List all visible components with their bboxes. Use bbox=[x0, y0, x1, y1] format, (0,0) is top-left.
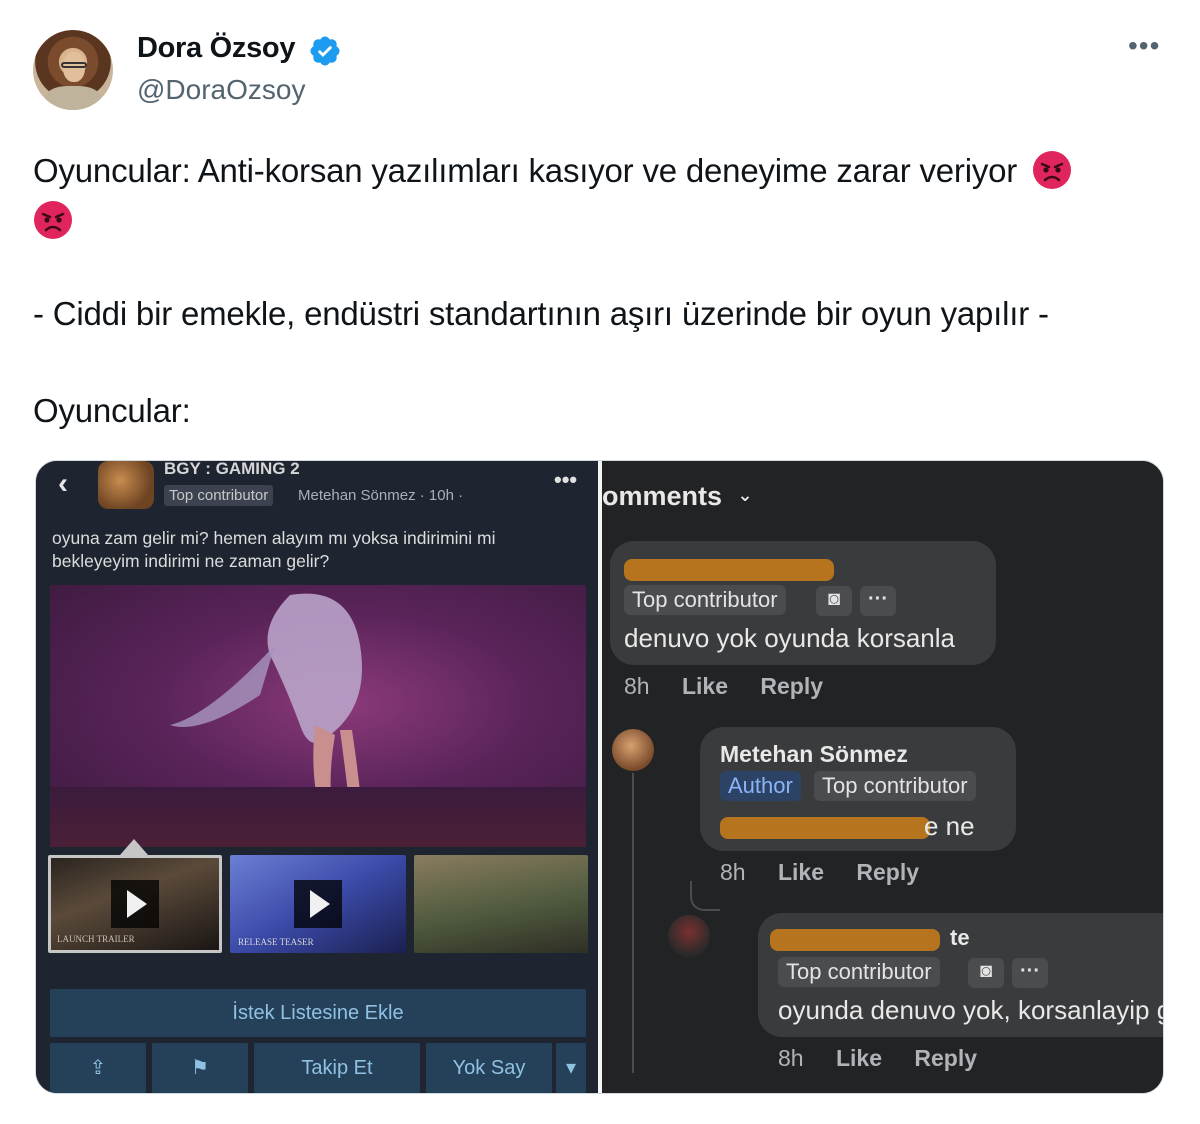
thumb-caption: RELEASE TEASER bbox=[238, 937, 314, 947]
avatar-shirt bbox=[45, 86, 101, 110]
comment-meta: 8h Like Reply bbox=[720, 859, 945, 886]
tweet-text-line1: Oyuncular: Anti-korsan yazılımları kasıy… bbox=[33, 150, 1072, 190]
like-link: Like bbox=[777, 859, 825, 885]
follow-button: Takip Et bbox=[254, 1043, 420, 1093]
thread-line bbox=[632, 773, 634, 1073]
share-icon: ⇪ bbox=[50, 1043, 146, 1093]
comments-header-text: omments bbox=[602, 481, 723, 511]
redacted-name bbox=[770, 929, 940, 951]
comment-text: e ne bbox=[924, 811, 975, 841]
screenshot-thumbnail bbox=[414, 855, 588, 953]
steam-post-screenshot: ‹ BGY : GAMING 2 Top contributor Metehan… bbox=[36, 460, 598, 1093]
top-contributor-badge: Top contributor bbox=[624, 585, 786, 615]
top-contributor-badge: Top contributor bbox=[778, 957, 940, 987]
tweet-emoji-line bbox=[33, 200, 73, 240]
more-horizontal-icon: ••• bbox=[554, 467, 578, 492]
reply-link: Reply bbox=[760, 673, 824, 699]
top-contributor-badge: Top contributor bbox=[814, 771, 976, 801]
commenter-avatar bbox=[612, 729, 654, 771]
wishlist-button: İstek Listesine Ekle bbox=[50, 989, 586, 1037]
reply-link: Reply bbox=[856, 859, 920, 885]
chevron-down-icon: ⌄ bbox=[737, 485, 753, 505]
flag-icon: ⚑ bbox=[152, 1043, 248, 1093]
play-icon bbox=[294, 880, 342, 928]
comment-time: 8h bbox=[720, 859, 746, 885]
thread-connector bbox=[690, 881, 720, 911]
commenter-avatar bbox=[668, 915, 710, 957]
hero-floor bbox=[50, 787, 586, 847]
angry-face-emoji-icon bbox=[1033, 151, 1072, 189]
tweet-media[interactable]: ‹ BGY : GAMING 2 Top contributor Metehan… bbox=[35, 460, 1164, 1094]
comment-time: 8h bbox=[624, 673, 650, 699]
post-text: oyuna zam gelir mi? hemen alayım mı yoks… bbox=[52, 528, 496, 571]
dropdown-arrow-icon: ▾ bbox=[556, 1043, 586, 1093]
media-thumbnails: LAUNCH TRAILER RELEASE TEASER bbox=[48, 855, 588, 955]
release-teaser-thumbnail: RELEASE TEASER bbox=[230, 855, 406, 953]
game-hero-image bbox=[50, 585, 586, 847]
comment-meta: 8h Like Reply bbox=[624, 673, 849, 700]
ignore-button: Yok Say bbox=[426, 1043, 552, 1093]
post-meta: Metehan Sönmez · 10h · bbox=[298, 487, 464, 504]
like-link: Like bbox=[835, 1045, 883, 1071]
group-avatar bbox=[98, 461, 154, 509]
commenter-name: Metehan Sönmez bbox=[720, 741, 908, 767]
more-horizontal-icon: ··· bbox=[1012, 958, 1048, 988]
author-avatar[interactable] bbox=[33, 30, 113, 110]
back-arrow-icon: ‹ bbox=[58, 467, 68, 500]
facebook-comments-screenshot: omments ⌄ Top contributor ◙ ··· denuvo y… bbox=[602, 461, 1164, 1093]
author-handle[interactable]: @DoraOzsoy bbox=[137, 74, 305, 106]
thumb-caption: LAUNCH TRAILER bbox=[57, 934, 135, 944]
commenter-name-tail: te bbox=[950, 925, 970, 950]
like-link: Like bbox=[681, 673, 729, 699]
play-icon bbox=[111, 880, 159, 928]
avatar-glasses bbox=[61, 62, 87, 68]
group-name: BGY : GAMING 2 bbox=[164, 460, 300, 478]
top-contributor-badge: Top contributor bbox=[164, 485, 274, 506]
gaming-badge-icon: ◙ bbox=[816, 586, 852, 616]
comments-header: omments ⌄ bbox=[602, 481, 753, 512]
tweet-text-line3: Oyuncular: bbox=[33, 392, 191, 429]
launch-trailer-thumbnail: LAUNCH TRAILER bbox=[48, 855, 222, 953]
comment-time: 8h bbox=[778, 1045, 804, 1071]
redacted-name bbox=[624, 559, 834, 581]
post-actions: ⇪ ⚑ Takip Et Yok Say ▾ bbox=[50, 1043, 586, 1093]
more-horizontal-icon[interactable]: ••• bbox=[1128, 32, 1164, 60]
verified-badge-icon[interactable] bbox=[308, 34, 342, 68]
selected-thumb-caret bbox=[120, 839, 148, 855]
reply-link: Reply bbox=[914, 1045, 978, 1071]
author-badge: Author bbox=[720, 771, 801, 801]
comment-text: oyunda denuvo yok, korsanlayip ge bbox=[778, 995, 1164, 1025]
comment-meta: 8h Like Reply bbox=[778, 1045, 1003, 1072]
angry-face-emoji-icon bbox=[34, 201, 72, 239]
comment-text: denuvo yok oyunda korsanla bbox=[624, 623, 956, 653]
tweet-text-line2: - Ciddi bir emekle, endüstri standartını… bbox=[33, 295, 1049, 332]
more-horizontal-icon: ··· bbox=[860, 586, 896, 616]
tweet-text: Oyuncular: Anti-korsan yazılımları kasıy… bbox=[33, 152, 1018, 189]
gaming-badge-icon: ◙ bbox=[968, 958, 1004, 988]
redacted-text bbox=[720, 817, 930, 839]
author-name[interactable]: Dora Özsoy bbox=[137, 32, 295, 65]
